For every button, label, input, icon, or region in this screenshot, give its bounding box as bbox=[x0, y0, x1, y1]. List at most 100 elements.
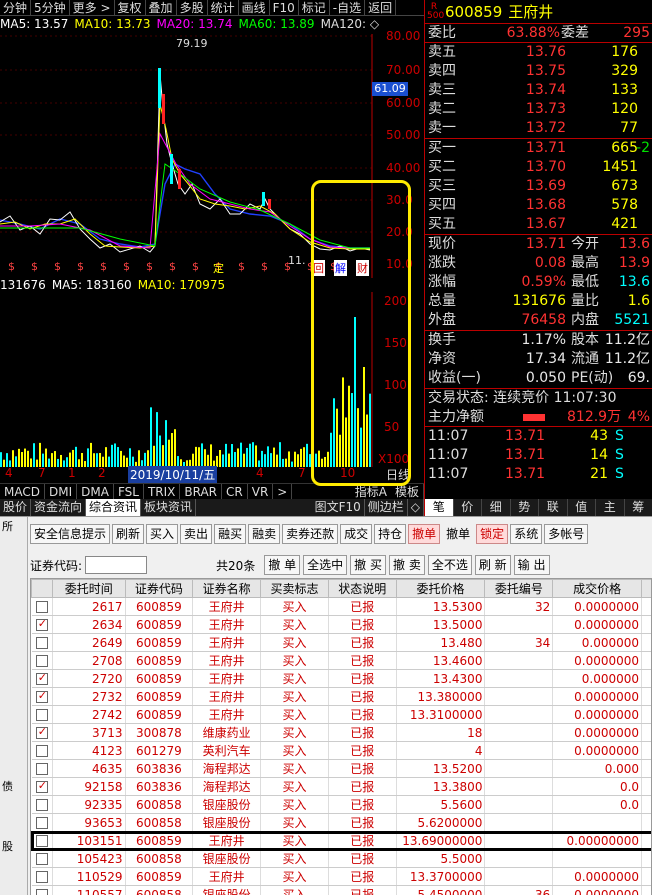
function-tab[interactable]: 资金流向 bbox=[31, 499, 87, 516]
column-header[interactable]: 委托数量 bbox=[641, 579, 651, 598]
dividend-marker[interactable]: $ bbox=[8, 260, 15, 273]
security-code-input[interactable] bbox=[85, 556, 148, 574]
row-checkbox[interactable] bbox=[35, 745, 48, 757]
dividend-marker[interactable]: $ bbox=[31, 260, 38, 273]
table-row[interactable]: 2732600859王府井买入已报13.380000 0.0000000 bbox=[31, 687, 651, 706]
left-strip-item[interactable] bbox=[0, 537, 27, 557]
left-strip-item[interactable] bbox=[0, 757, 27, 777]
column-header[interactable]: 委托编号 bbox=[484, 579, 554, 598]
table-row[interactable]: 2634600859王府井买入已报13.5000 0.0000000 bbox=[31, 615, 651, 634]
table-row[interactable]: 105423 600858 银座股份 买入 已报 5.5000 bbox=[31, 849, 651, 868]
function-tab[interactable]: ◇ bbox=[408, 499, 424, 516]
dividend-marker[interactable]: $ bbox=[192, 260, 199, 273]
dividend-marker[interactable]: $ bbox=[238, 260, 245, 273]
quote-tab[interactable]: 联 bbox=[539, 499, 568, 516]
table-row[interactable]: 4635 603836 海程邦达 买入 已报 13.5200 0.000 bbox=[31, 759, 651, 778]
query-action-button[interactable]: 撤 买 bbox=[350, 555, 386, 575]
indicator-tab[interactable]: MACD bbox=[0, 484, 45, 499]
row-checkbox[interactable] bbox=[35, 671, 48, 685]
query-action-button[interactable]: 撤 卖 bbox=[389, 555, 425, 575]
toolbar-item[interactable]: 更多 > bbox=[70, 0, 115, 16]
column-header[interactable]: 状态说明 bbox=[327, 579, 397, 598]
query-action-button[interactable]: 撤 单 bbox=[264, 555, 301, 575]
quote-tab[interactable]: 主 bbox=[596, 499, 625, 516]
row-checkbox[interactable] bbox=[35, 617, 48, 631]
table-row[interactable]: 92335600858银座股份买入已报5.5600 0.0210 bbox=[31, 795, 651, 814]
table-row[interactable]: 2720600859王府井买入已报13.4300 0.000000 bbox=[31, 669, 651, 688]
order-toolbar-button[interactable]: 融卖 bbox=[248, 524, 281, 544]
query-action-button[interactable]: 刷 新 bbox=[474, 555, 511, 575]
table-row[interactable]: 93653 600858 银座股份 买入 已报 5.6200000 bbox=[31, 813, 651, 832]
column-header[interactable]: 委托时间 bbox=[52, 579, 126, 598]
left-strip-item[interactable] bbox=[0, 817, 27, 837]
function-tab[interactable]: 综合资讯 bbox=[86, 499, 142, 516]
row-checkbox[interactable] bbox=[35, 709, 48, 721]
order-toolbar-button[interactable]: 买入 bbox=[146, 524, 179, 544]
toolbar-item[interactable]: 5分钟 bbox=[31, 0, 70, 16]
order-toolbar-button[interactable]: 锁定 bbox=[476, 524, 509, 544]
event-tag[interactable]: 定 bbox=[212, 260, 225, 276]
left-strip-item[interactable] bbox=[0, 577, 27, 597]
table-row[interactable]: 92158603836海程邦达买入已报13.3800 0.01300. bbox=[31, 777, 651, 796]
quote-tab[interactable]: 值 bbox=[568, 499, 596, 516]
dividend-marker[interactable]: $ bbox=[77, 260, 84, 273]
order-toolbar-button[interactable]: 卖出 bbox=[180, 524, 213, 544]
query-action-button[interactable]: 全不选 bbox=[427, 555, 472, 575]
toolbar-item[interactable]: 返回 bbox=[365, 0, 397, 16]
quote-tab[interactable]: 势 bbox=[511, 499, 539, 516]
toolbar-item[interactable]: F10 bbox=[270, 0, 299, 16]
left-strip-item[interactable] bbox=[0, 557, 27, 577]
row-checkbox[interactable] bbox=[35, 655, 48, 667]
toolbar-item[interactable]: 标记 bbox=[299, 0, 330, 16]
row-checkbox[interactable] bbox=[35, 799, 48, 811]
table-row[interactable]: 2649 600859 王府井 买入 已报 13.480 34 0.000000 bbox=[31, 633, 651, 652]
function-tab[interactable]: 股价 bbox=[0, 499, 32, 516]
table-row[interactable]: 110557 600858 银座股份 买入 已报 5.4500000 36 0.0000000 bbox=[31, 885, 651, 895]
dividend-marker[interactable]: $ bbox=[284, 260, 291, 273]
indicator-tab[interactable]: 模板 bbox=[391, 484, 424, 499]
row-checkbox[interactable] bbox=[35, 817, 48, 829]
order-toolbar-button[interactable]: 成交 bbox=[340, 524, 373, 544]
order-toolbar-button[interactable]: 系统 bbox=[510, 524, 543, 544]
indicator-tab[interactable]: DMA bbox=[77, 484, 114, 499]
row-checkbox[interactable] bbox=[35, 763, 48, 775]
order-toolbar-button[interactable]: 多帐号 bbox=[544, 524, 589, 544]
left-strip-item[interactable] bbox=[0, 617, 27, 637]
order-toolbar-button[interactable]: 刷新 bbox=[112, 524, 145, 544]
column-header[interactable]: 证券代码 bbox=[124, 579, 194, 598]
quote-tab[interactable]: 笔 bbox=[425, 499, 454, 516]
left-strip-item[interactable] bbox=[0, 737, 27, 757]
left-strip-item[interactable] bbox=[0, 677, 27, 697]
order-toolbar-button[interactable]: 安全信息提示 bbox=[30, 524, 111, 544]
indicator-tab[interactable]: VR bbox=[248, 484, 274, 499]
toolbar-item[interactable]: 统计 bbox=[208, 0, 239, 16]
quote-tab[interactable]: 价 bbox=[454, 499, 482, 516]
order-toolbar-button[interactable]: 卖券还款 bbox=[282, 524, 339, 544]
row-checkbox[interactable] bbox=[35, 871, 48, 883]
row-checkbox[interactable] bbox=[35, 637, 48, 649]
left-strip-item[interactable] bbox=[0, 637, 27, 657]
left-strip-item[interactable] bbox=[0, 797, 27, 817]
indicator-tab[interactable]: CR bbox=[222, 484, 248, 499]
table-row[interactable]: 4123 601279 英利汽车 买入 已报 4 0.0000000 bbox=[31, 741, 651, 760]
row-checkbox[interactable] bbox=[35, 689, 48, 703]
row-checkbox[interactable] bbox=[35, 779, 48, 793]
table-row[interactable]: 103151 600859 王府井 买入 已报 13.69000000 0.00000000… bbox=[31, 830, 651, 851]
indicator-tab[interactable]: FSL bbox=[114, 484, 144, 499]
row-checkbox[interactable] bbox=[35, 853, 48, 865]
order-toolbar-button[interactable]: 撤单 bbox=[408, 524, 441, 544]
dividend-marker[interactable]: $ bbox=[123, 260, 130, 273]
function-tab[interactable]: 图文F10 bbox=[312, 499, 365, 516]
table-row[interactable]: 2617 600859 王府井 买入 已报 13.5300 32 0.0000000 bbox=[31, 597, 651, 616]
toolbar-item[interactable]: 多股 bbox=[177, 0, 208, 16]
left-strip-item[interactable]: 股 bbox=[0, 837, 27, 857]
quote-tab[interactable]: 筹 bbox=[625, 499, 652, 516]
indicator-tab[interactable]: > bbox=[273, 484, 293, 499]
dividend-marker[interactable]: $ bbox=[100, 260, 107, 273]
table-row[interactable]: 110529 600859 王府井 买入 已报 13.3700000 0.0000000 bbox=[31, 867, 651, 886]
table-row[interactable]: 3713300878维康药业买入已报18 0.0000000 bbox=[31, 723, 651, 742]
order-toolbar-button[interactable]: 撤单 bbox=[442, 524, 474, 544]
column-header[interactable]: 成交价格 bbox=[552, 579, 643, 598]
indicator-tab[interactable]: DMI bbox=[45, 484, 78, 499]
left-strip-item[interactable] bbox=[0, 597, 27, 617]
